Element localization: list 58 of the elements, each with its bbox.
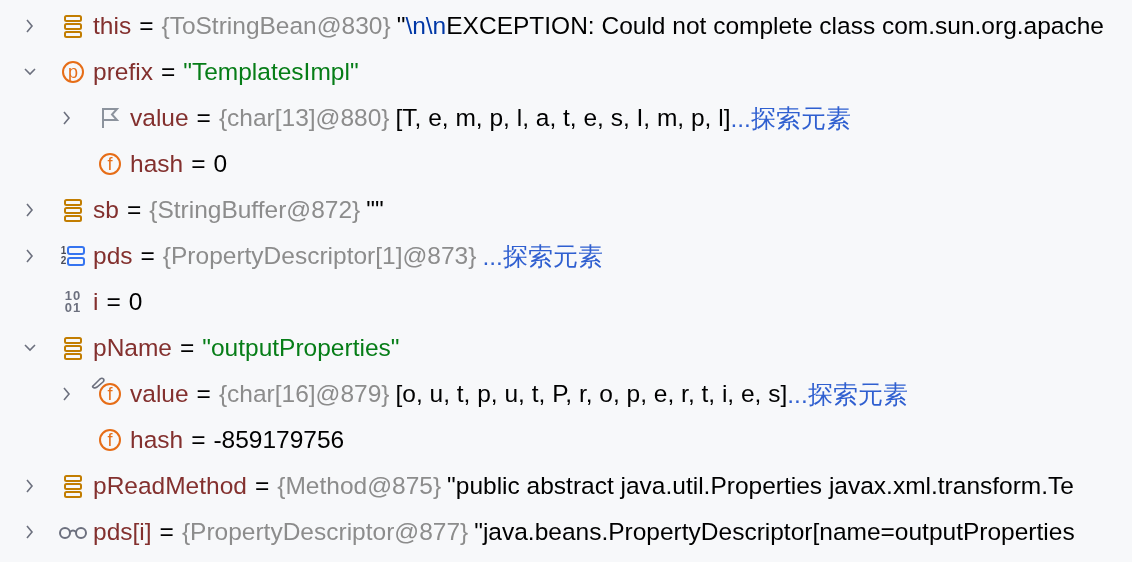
variable-name: prefix bbox=[93, 58, 153, 86]
type-label: {StringBuffer@872} bbox=[149, 196, 361, 224]
field-icon: f bbox=[99, 429, 121, 451]
equals-sign: = bbox=[159, 518, 174, 546]
equals-sign: = bbox=[196, 380, 211, 408]
type-label: {ToStringBean@830} bbox=[161, 12, 391, 40]
variable-name: i bbox=[93, 288, 99, 316]
variable-name: sb bbox=[93, 196, 119, 224]
object-icon bbox=[63, 474, 83, 498]
field-icon: f bbox=[99, 153, 121, 175]
value-text: "public abstract java.util.Properties javax.xml.transform.Te bbox=[447, 472, 1074, 500]
equals-sign: = bbox=[191, 150, 206, 178]
flag-icon bbox=[100, 107, 120, 129]
escape-sequence: \n\n bbox=[405, 12, 447, 40]
explore-elements-link[interactable]: ...探索元素 bbox=[482, 239, 603, 273]
variable-name: pReadMethod bbox=[93, 472, 247, 500]
type-label: {PropertyDescriptor[1]@873} bbox=[162, 242, 477, 270]
value-text: [o, u, t, p, u, t, P, r, o, p, e, r, t, i, e, s] bbox=[395, 380, 788, 408]
variable-name: this bbox=[93, 12, 132, 40]
value-text: [T, e, m, p, l, a, t, e, s, I, m, p, l] bbox=[395, 104, 731, 132]
value-text: "java.beans.PropertyDescriptor[name=outputProperties bbox=[474, 518, 1075, 546]
object-icon bbox=[63, 336, 83, 360]
string-value: "TemplatesImpl" bbox=[183, 58, 359, 86]
type-label: {Method@875} bbox=[277, 472, 442, 500]
equals-sign: = bbox=[126, 196, 142, 224]
value-text: EXCEPTION: Could not complete class com.sun.org.apache bbox=[446, 12, 1104, 40]
value-text: "" bbox=[366, 196, 384, 224]
equals-sign: = bbox=[160, 58, 176, 86]
value-text: -859179756 bbox=[213, 426, 345, 454]
variable-name: hash bbox=[130, 426, 184, 454]
field-icon: p bbox=[62, 61, 84, 83]
field-icon: f bbox=[99, 383, 121, 405]
type-label: {char[16]@879} bbox=[218, 380, 390, 408]
equals-sign: = bbox=[191, 426, 206, 454]
equals-sign: = bbox=[254, 472, 270, 500]
equals-sign: = bbox=[140, 242, 155, 270]
value-text: 0 bbox=[128, 288, 143, 316]
object-icon bbox=[63, 14, 83, 38]
string-value: "outputProperties" bbox=[202, 334, 400, 362]
type-label: {PropertyDescriptor@877} bbox=[181, 518, 469, 546]
variable-name: hash bbox=[130, 150, 184, 178]
variable-name: value bbox=[130, 380, 189, 408]
variable-name: value bbox=[130, 104, 189, 132]
variable-name: pds[i] bbox=[93, 518, 152, 546]
object-icon bbox=[63, 198, 83, 222]
variable-name: pds bbox=[93, 242, 133, 270]
equals-sign: = bbox=[106, 288, 121, 316]
binary-icon: 10 01 bbox=[64, 290, 82, 314]
equals-sign: = bbox=[180, 334, 195, 362]
variable-name: pName bbox=[93, 334, 172, 362]
explore-elements-link[interactable]: ...探索元素 bbox=[730, 101, 851, 135]
equals-sign: = bbox=[196, 104, 211, 132]
equals-sign: = bbox=[139, 12, 154, 40]
value-text: " bbox=[396, 12, 406, 40]
type-label: {char[13]@880} bbox=[218, 104, 390, 132]
explore-elements-link[interactable]: ...探索元素 bbox=[787, 377, 908, 411]
value-text: 0 bbox=[213, 150, 228, 178]
glasses-icon bbox=[58, 525, 88, 539]
